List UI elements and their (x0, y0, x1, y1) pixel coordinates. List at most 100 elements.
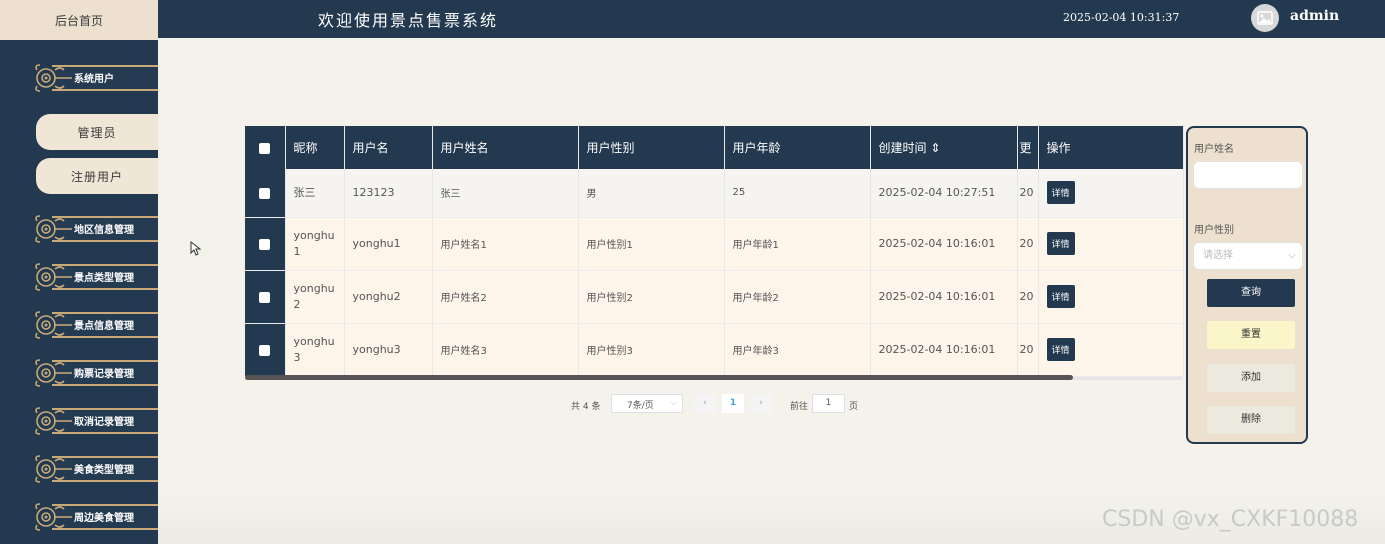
cell-gender: 用户性别2 (578, 270, 725, 324)
table-row: 张三 123123 张三男 25 2025-02-04 10:27:51 20 详情 (245, 169, 1184, 218)
sidebar-menu-item[interactable]: 美食类型管理 (32, 451, 158, 487)
name-search-input[interactable] (1193, 161, 1303, 189)
submenu-admin[interactable]: 管理员 (36, 114, 158, 150)
cell-updated: 20 (1017, 169, 1039, 218)
menu-label: 美食类型管理 (74, 465, 134, 476)
search-panel: 用户姓名 用户性别 请选择 ⌵ 查询 重置 添加 删除 (1186, 126, 1308, 444)
sidebar-menu-item[interactable]: 地区信息管理 (32, 211, 158, 247)
table-header-row: 昵称 用户名 用户姓名 用户性别 用户年龄 创建时间 ⇕ 更 操作 (245, 126, 1184, 169)
table-row: yonghu1 yonghu1 用户姓名1 用户性别1 用户年龄1 2025-02-04 … (245, 217, 1184, 271)
col-created-sortable[interactable]: 创建时间 ⇕ (870, 126, 1018, 169)
gender-placeholder: 请选择 (1203, 250, 1233, 261)
avatar-icon[interactable] (1251, 4, 1279, 32)
sidebar-menu-item[interactable]: 取消记录管理 (32, 403, 158, 439)
cell-updated: 20 (1017, 217, 1039, 271)
cell-username: yonghu1 (344, 217, 433, 271)
mouse-cursor-icon (190, 241, 201, 256)
menu-label: 周边美食管理 (74, 513, 134, 524)
col-actions: 操作 (1038, 126, 1184, 169)
menu-label: 取消记录管理 (74, 417, 134, 428)
cell-age: 用户年龄1 (724, 217, 871, 271)
cell-username: yonghu2 (344, 270, 433, 324)
sidebar-menu-item[interactable]: 景点信息管理 (32, 307, 158, 343)
detail-button[interactable]: 详情 (1046, 338, 1075, 361)
reset-button[interactable]: 重置 (1207, 321, 1295, 349)
col-age: 用户年龄 (724, 126, 871, 169)
cell-age: 25 (724, 169, 871, 218)
name-label: 用户姓名 (1194, 144, 1234, 155)
sidebar-menu-item[interactable]: 景点类型管理 (32, 259, 158, 295)
pager-total: 共 4 条 (571, 402, 601, 412)
col-gender: 用户性别 (578, 126, 725, 169)
delete-button[interactable]: 删除 (1207, 406, 1295, 434)
menu-label: 景点信息管理 (74, 321, 134, 332)
menu-label: 景点类型管理 (74, 273, 134, 284)
cell-gender: 用户性别1 (578, 217, 725, 271)
username-label[interactable]: admin (1290, 8, 1339, 24)
chevron-down-icon: ⌵ (670, 398, 677, 408)
cell-actions: 详情 (1038, 270, 1184, 324)
row-checkbox[interactable] (245, 270, 286, 324)
cell-nickname: 张三 (285, 169, 345, 218)
ornament-knot-icon (32, 501, 72, 533)
home-tab[interactable]: 后台首页 (0, 0, 158, 40)
user-table: 昵称 用户名 用户姓名 用户性别 用户年龄 创建时间 ⇕ 更 操作 张三 1231… (245, 126, 1184, 377)
cell-created: 2025-02-04 10:16:01 (870, 217, 1018, 271)
ornament-knot-icon (32, 405, 72, 437)
cell-updated: 20 (1017, 270, 1039, 324)
ornament-knot-icon (32, 213, 72, 245)
cell-username: 123123 (344, 169, 433, 218)
cell-realname: 用户姓名2 (432, 270, 579, 324)
goto-page-input[interactable]: 1 (812, 394, 845, 413)
cell-created: 2025-02-04 10:16:01 (870, 270, 1018, 324)
next-page-button[interactable]: › (750, 394, 772, 413)
detail-button[interactable]: 详情 (1046, 181, 1075, 205)
cell-created: 2025-02-04 10:27:51 (870, 169, 1018, 218)
menu-label: 购票记录管理 (74, 369, 134, 380)
cell-realname: 用户姓名1 (432, 217, 579, 271)
cell-realname: 用户姓名3 (432, 323, 579, 377)
horizontal-scrollbar[interactable] (245, 375, 1073, 380)
add-button[interactable]: 添加 (1207, 364, 1295, 392)
page-1-button[interactable]: 1 (722, 394, 744, 413)
cell-realname: 张三 (432, 169, 579, 218)
sidebar-menu-item[interactable]: 周边美食管理 (32, 499, 158, 535)
gender-label: 用户性别 (1194, 225, 1234, 236)
sidebar-menu-item[interactable]: 系统用户 (32, 60, 158, 96)
app-title: 欢迎使用景点售票系统 (318, 11, 499, 30)
ornament-knot-icon (32, 453, 72, 485)
cell-gender: 用户性别3 (578, 323, 725, 377)
table-row: yonghu3 yonghu3 用户姓名3 用户性别3 用户年龄3 2025-02-04 … (245, 323, 1184, 377)
cell-age: 用户年龄2 (724, 270, 871, 324)
ornament-knot-icon (32, 261, 72, 293)
prev-page-button[interactable]: ‹ (694, 394, 716, 413)
cell-actions: 详情 (1038, 323, 1184, 377)
submenu-registered-users[interactable]: 注册用户 (36, 158, 158, 194)
cell-age: 用户年龄3 (724, 323, 871, 377)
cell-username: yonghu3 (344, 323, 433, 377)
ornament-knot-icon (32, 62, 72, 94)
row-checkbox[interactable] (245, 323, 286, 377)
row-checkbox[interactable] (245, 169, 286, 218)
ornament-knot-icon (32, 357, 72, 389)
col-username: 用户名 (344, 126, 433, 169)
query-button[interactable]: 查询 (1207, 279, 1295, 307)
select-all-checkbox[interactable] (245, 126, 286, 169)
cell-nickname: yonghu3 (285, 323, 345, 377)
datetime-display: 2025-02-04 10:31:37 (1063, 11, 1180, 24)
detail-button[interactable]: 详情 (1046, 232, 1075, 255)
cell-nickname: yonghu2 (285, 270, 345, 324)
goto-prefix: 前往 (790, 402, 809, 412)
goto-suffix: 页 (849, 402, 859, 412)
sidebar-menu-item[interactable]: 购票记录管理 (32, 355, 158, 391)
cell-actions: 详情 (1038, 169, 1184, 218)
detail-button[interactable]: 详情 (1046, 285, 1075, 308)
watermark: CSDN @vx_CXKF10088 (1102, 507, 1359, 532)
cell-created: 2025-02-04 10:16:01 (870, 323, 1018, 377)
row-checkbox[interactable] (245, 217, 286, 271)
col-nickname: 昵称 (285, 126, 345, 169)
cell-gender: 男 (578, 169, 725, 218)
page-size-select[interactable]: 7条/页 ⌵ (611, 394, 683, 413)
cell-actions: 详情 (1038, 217, 1184, 271)
gender-select[interactable]: 请选择 ⌵ (1193, 242, 1303, 270)
